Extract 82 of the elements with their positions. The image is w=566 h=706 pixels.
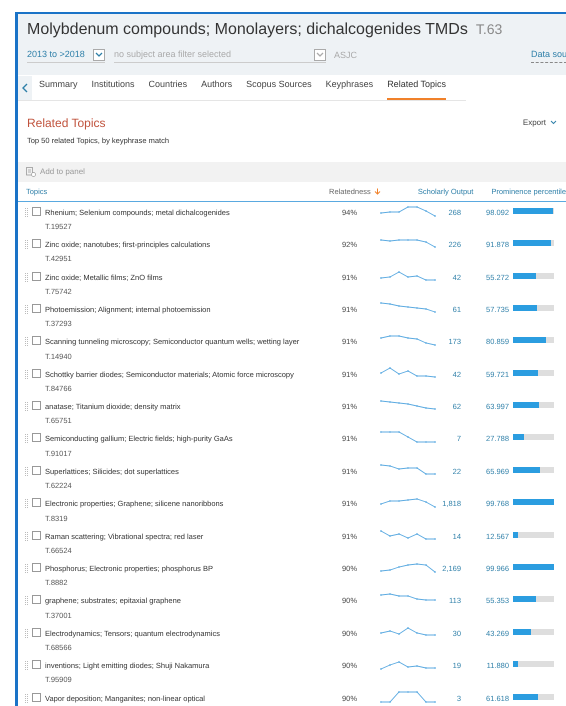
drag-handle-icon[interactable]: [25, 532, 28, 541]
prominence-bar: [513, 661, 554, 668]
drag-handle-icon[interactable]: [25, 596, 28, 606]
sort-arrow-icon: [374, 188, 381, 195]
checkbox[interactable]: [32, 336, 41, 346]
sparkline-drawing: [379, 333, 437, 348]
prominence-bar: [513, 402, 554, 408]
checkbox[interactable]: [32, 466, 41, 475]
drag-handle-icon[interactable]: [25, 628, 28, 638]
drag-handle-icon[interactable]: [25, 402, 28, 412]
sparkline-drawing: [379, 430, 437, 444]
prominence-bar: [513, 272, 554, 279]
drag-handle-icon[interactable]: [25, 304, 28, 314]
prominence-bar: [513, 434, 554, 440]
drag-handle-icon[interactable]: [25, 272, 28, 282]
checkbox[interactable]: [32, 628, 41, 637]
checkbox[interactable]: [32, 401, 41, 410]
tab[interactable]: Institutions: [92, 78, 135, 100]
classification-label: ASJC: [334, 48, 358, 62]
drag-handle-icon[interactable]: [25, 564, 28, 574]
drag-handle-icon[interactable]: [25, 466, 28, 476]
add-to-panel-icon: [26, 166, 36, 177]
prominence-bar: [513, 532, 554, 538]
drag-handle-icon[interactable]: [25, 208, 28, 217]
sparkline-drawing: [379, 690, 437, 704]
sparkline-drawing: [379, 268, 437, 283]
checkbox[interactable]: [32, 304, 41, 313]
subject-filter-field[interactable]: no subject area filter selected: [114, 48, 294, 62]
sparkline-drawing: [379, 366, 437, 380]
tab[interactable]: Countries: [148, 78, 188, 100]
drag-handle-icon[interactable]: [25, 694, 28, 703]
chevron-down-icon: [93, 48, 105, 61]
tab[interactable]: Summary: [39, 78, 78, 100]
sparkline-drawing: [379, 300, 437, 315]
sparkline-drawing: [379, 204, 437, 218]
chevron-down-icon: [550, 120, 557, 125]
prominence-bar: [513, 208, 554, 214]
prominence-bar: [513, 466, 554, 473]
sparkline-drawing: [379, 462, 437, 477]
drag-handle-icon[interactable]: [25, 240, 28, 250]
drag-handle-icon[interactable]: [25, 499, 28, 508]
prominence-bar: [513, 337, 554, 344]
sparkline-drawing: [379, 495, 437, 510]
prominence-bar: [513, 694, 554, 700]
tab[interactable]: Related Topics: [387, 78, 446, 100]
drag-handle-icon[interactable]: [25, 434, 28, 444]
checkbox[interactable]: [32, 368, 41, 378]
prominence-bar: [513, 304, 554, 311]
checkbox[interactable]: [32, 530, 41, 540]
tab[interactable]: Authors: [201, 78, 232, 100]
checkbox[interactable]: [32, 272, 41, 281]
checkbox[interactable]: [32, 433, 41, 442]
checkbox[interactable]: [32, 498, 41, 508]
tab[interactable]: Keyphrases: [326, 78, 374, 100]
sparkline-drawing: [379, 398, 437, 412]
prominence-bar: [513, 499, 554, 506]
checkbox[interactable]: [32, 595, 41, 604]
topic-code: T.63: [476, 20, 502, 39]
checkbox[interactable]: [32, 660, 41, 670]
sparkline-drawing: [379, 560, 437, 574]
drag-handle-icon[interactable]: [25, 337, 28, 346]
export-button[interactable]: Export: [522, 116, 557, 128]
drag-handle-icon[interactable]: [25, 661, 28, 670]
chevron-down-icon: [314, 48, 326, 61]
prominence-bar: [513, 370, 554, 376]
prominence-bar: [513, 564, 554, 570]
prominence-bar: [513, 240, 554, 246]
checkbox[interactable]: [32, 692, 41, 702]
prominence-bar: [513, 596, 554, 602]
data-source-link[interactable]: Data sou: [530, 48, 566, 62]
page-title: Molybdenum compounds; Monolayers; dichalcogenides TMDs: [27, 20, 468, 40]
checkbox[interactable]: [32, 239, 41, 248]
checkbox[interactable]: [32, 206, 41, 216]
tab[interactable]: Scopus Sources: [246, 78, 312, 100]
sparkline-drawing: [379, 624, 437, 639]
sparkline-drawing: [379, 528, 437, 542]
checkbox[interactable]: [32, 563, 41, 572]
section-title: Related Topics: [27, 114, 106, 132]
drag-handle-icon[interactable]: [25, 370, 28, 379]
prominence-bar: [513, 628, 554, 635]
sparkline-drawing: [379, 236, 437, 250]
year-dropdown[interactable]: 2013 to >2018: [27, 48, 105, 62]
